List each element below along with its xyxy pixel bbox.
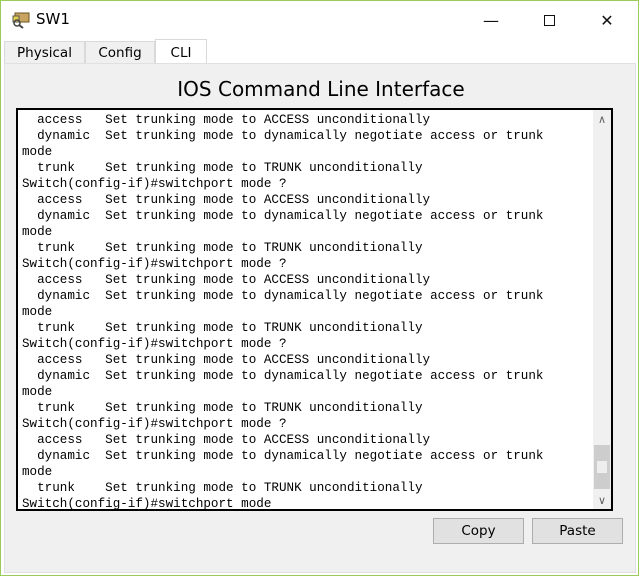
scroll-up-icon[interactable]: ∧ <box>593 110 611 128</box>
maximize-icon <box>543 14 555 26</box>
terminal-line: mode <box>22 145 53 159</box>
title-bar: SW1 — ✕ <box>1 1 638 37</box>
cli-terminal[interactable]: access Set trunking mode to ACCESS uncon… <box>16 108 613 511</box>
scrollbar[interactable]: ∧ ∨ <box>593 110 611 509</box>
terminal-line: dynamic Set trunking mode to dynamically… <box>22 449 544 463</box>
terminal-line: trunk Set trunking mode to TRUNK uncondi… <box>22 401 423 415</box>
scroll-down-icon[interactable]: ∨ <box>593 491 611 509</box>
copy-button[interactable]: Copy <box>433 518 524 544</box>
terminal-line: trunk Set trunking mode to TRUNK uncondi… <box>22 481 423 495</box>
terminal-line: mode <box>22 225 53 239</box>
terminal-line: Switch(config-if)#switchport mode ? <box>22 257 287 271</box>
page-title: IOS Command Line Interface <box>177 77 465 101</box>
terminal-line: Switch(config-if)#switchport mode <box>22 497 272 511</box>
terminal-line: mode <box>22 465 53 479</box>
terminal-line: Switch(config-if)#switchport mode ? <box>22 337 287 351</box>
thumb-grip <box>597 461 607 473</box>
tab-config[interactable]: Config <box>85 41 155 64</box>
terminal-line: dynamic Set trunking mode to dynamically… <box>22 209 544 223</box>
terminal-line: dynamic Set trunking mode to dynamically… <box>22 289 544 303</box>
terminal-line: trunk Set trunking mode to TRUNK uncondi… <box>22 161 423 175</box>
close-button[interactable]: ✕ <box>584 5 630 35</box>
terminal-line: mode <box>22 385 53 399</box>
window-title: SW1 <box>36 10 70 28</box>
scrollbar-thumb[interactable] <box>594 445 610 489</box>
terminal-output: access Set trunking mode to ACCESS uncon… <box>22 112 544 511</box>
tab-physical[interactable]: Physical <box>4 41 85 64</box>
tab-cli[interactable]: CLI <box>155 39 207 65</box>
terminal-line: access Set trunking mode to ACCESS uncon… <box>22 273 431 287</box>
terminal-line: trunk Set trunking mode to TRUNK uncondi… <box>22 241 423 255</box>
terminal-line: access Set trunking mode to ACCESS uncon… <box>22 433 431 447</box>
close-icon: ✕ <box>600 10 614 30</box>
terminal-line: Switch(config-if)#switchport mode ? <box>22 177 287 191</box>
terminal-line: access Set trunking mode to ACCESS uncon… <box>22 193 431 207</box>
paste-button[interactable]: Paste <box>532 518 623 544</box>
tab-bar: Physical Config CLI <box>4 39 207 65</box>
minimize-button[interactable]: — <box>468 5 514 35</box>
terminal-line: trunk Set trunking mode to TRUNK uncondi… <box>22 321 423 335</box>
minimize-icon: — <box>483 10 499 30</box>
maximize-button[interactable] <box>526 5 572 35</box>
terminal-line: access Set trunking mode to ACCESS uncon… <box>22 353 431 367</box>
terminal-line: dynamic Set trunking mode to dynamically… <box>22 369 544 383</box>
window: SW1 — ✕ Physical Config CLI IOS Command … <box>0 0 639 576</box>
terminal-line: access Set trunking mode to ACCESS uncon… <box>22 113 431 127</box>
cli-panel: IOS Command Line Interface access Set tr… <box>4 63 636 573</box>
switch-device-icon <box>12 12 30 29</box>
terminal-line: Switch(config-if)#switchport mode ? <box>22 417 287 431</box>
terminal-line: mode <box>22 305 53 319</box>
terminal-line: dynamic Set trunking mode to dynamically… <box>22 129 544 143</box>
